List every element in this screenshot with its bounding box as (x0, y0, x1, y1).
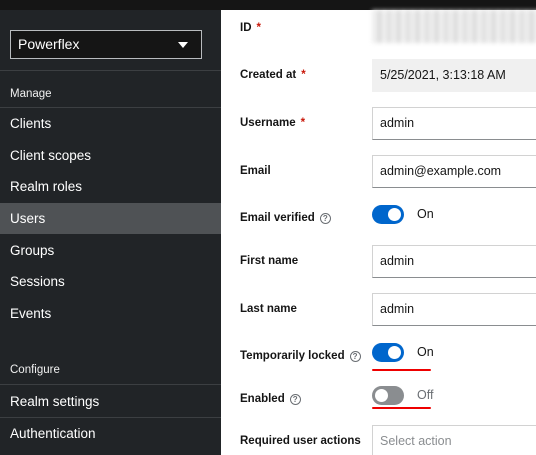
sidebar-item-sessions[interactable]: Sessions (0, 266, 221, 297)
realm-selector[interactable]: Powerflex (10, 30, 202, 59)
last-name-field[interactable]: admin (372, 293, 536, 326)
sidebar-item-authentication[interactable]: Authentication (0, 418, 221, 449)
sidebar-item-realm-settings[interactable]: Realm settings (0, 386, 221, 417)
temporarily-locked-state: On (417, 345, 434, 359)
email-field[interactable]: admin@example.com (372, 155, 536, 188)
required-asterisk: * (301, 69, 306, 81)
help-icon[interactable]: ? (319, 212, 331, 224)
required-asterisk: * (256, 22, 261, 34)
help-icon[interactable]: ? (289, 393, 301, 405)
temporarily-locked-switch[interactable] (372, 343, 404, 362)
sidebar-item-clients[interactable]: Clients (0, 108, 221, 139)
required-actions-select[interactable]: Select action (372, 425, 536, 455)
caret-down-icon (178, 42, 188, 48)
id-label: ID * (240, 22, 261, 34)
sidebar-item-events[interactable]: Events (0, 298, 221, 329)
first-name-label: First name (240, 255, 299, 267)
sidebar-item-groups[interactable]: Groups (0, 235, 221, 266)
sidebar-item-realm-roles[interactable]: Realm roles (0, 171, 221, 202)
sidebar: Powerflex Manage Clients Client scopes R… (0, 10, 221, 455)
switch-knob (388, 346, 401, 359)
temporarily-locked-label: Temporarily locked ? (240, 350, 361, 362)
switch-knob (375, 389, 388, 402)
created-at-field: 5/25/2021, 3:13:18 AM (372, 59, 536, 92)
sidebar-heading-manage: Manage (10, 88, 52, 100)
sidebar-heading-configure: Configure (10, 364, 60, 376)
email-label: Email (240, 165, 271, 177)
top-bar (0, 0, 536, 10)
sidebar-divider (0, 70, 221, 71)
sidebar-item-client-scopes[interactable]: Client scopes (0, 140, 221, 171)
required-asterisk: * (300, 117, 306, 129)
user-details-form: ID * Created at * 5/25/2021, 3:13:18 AM … (221, 10, 536, 455)
sidebar-divider (0, 384, 221, 385)
help-icon[interactable]: ? (349, 350, 361, 362)
sidebar-item-users[interactable]: Users (0, 203, 221, 234)
switch-knob (388, 208, 401, 221)
email-verified-label: Email verified ? (240, 212, 331, 224)
realm-selector-label: Powerflex (18, 36, 80, 52)
enabled-state: Off (417, 388, 434, 402)
username-field[interactable]: admin (372, 107, 536, 140)
annotation-underline (372, 369, 431, 371)
id-value-redacted (372, 10, 536, 43)
annotation-underline (372, 407, 431, 409)
last-name-label: Last name (240, 303, 297, 315)
enabled-switch[interactable] (372, 386, 404, 405)
created-at-label: Created at * (240, 69, 306, 81)
username-label: Username * (240, 117, 306, 129)
enabled-label: Enabled ? (240, 393, 301, 405)
required-actions-label: Required user actions (240, 435, 361, 447)
email-verified-switch[interactable] (372, 205, 404, 224)
email-verified-state: On (417, 207, 434, 221)
first-name-field[interactable]: admin (372, 245, 536, 278)
